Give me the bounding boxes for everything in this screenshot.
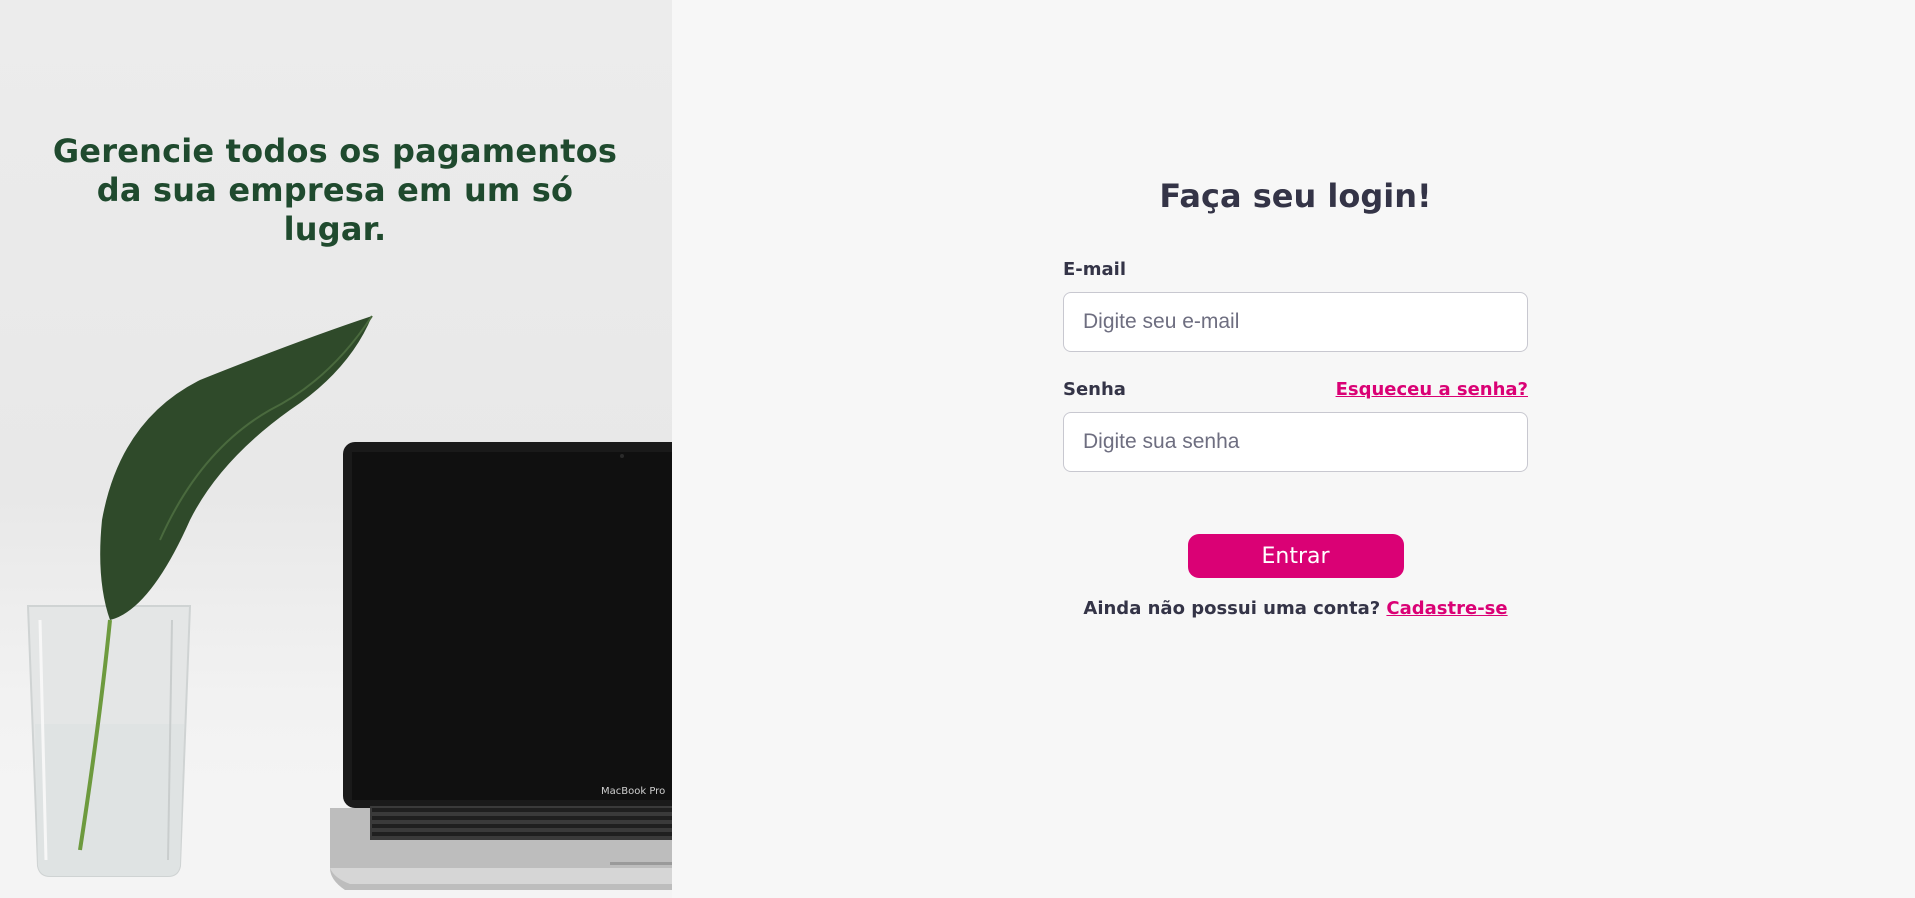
- login-panel: Faça seu login! E-mail Senha Esqueceu a …: [672, 0, 1915, 898]
- forgot-password-link[interactable]: Esqueceu a senha?: [1336, 379, 1528, 400]
- laptop-icon: [330, 442, 672, 890]
- password-input[interactable]: [1063, 412, 1528, 472]
- password-label-row: Senha Esqueceu a senha?: [1063, 379, 1528, 400]
- email-label-row: E-mail: [1063, 259, 1528, 280]
- password-label: Senha: [1063, 379, 1126, 400]
- submit-row: Entrar: [1063, 534, 1528, 578]
- hero-headline: Gerencie todos os pagamentos da sua empr…: [52, 132, 618, 248]
- hero-panel: MacBook Pro Gerencie todos os pagamentos…: [0, 0, 672, 898]
- email-input[interactable]: [1063, 292, 1528, 352]
- signup-prompt: Ainda não possui uma conta?: [1083, 598, 1387, 619]
- login-button[interactable]: Entrar: [1187, 534, 1404, 578]
- signup-link[interactable]: Cadastre-se: [1386, 598, 1507, 619]
- email-input-row: [1063, 292, 1528, 352]
- signup-row: Ainda não possui uma conta? Cadastre-se: [1063, 598, 1528, 619]
- email-label: E-mail: [1063, 259, 1127, 280]
- login-form: Faça seu login! E-mail Senha Esqueceu a …: [1063, 172, 1528, 619]
- laptop-brand-label: MacBook Pro: [601, 786, 665, 797]
- password-input-row: [1063, 412, 1528, 472]
- login-title: Faça seu login!: [1159, 177, 1432, 215]
